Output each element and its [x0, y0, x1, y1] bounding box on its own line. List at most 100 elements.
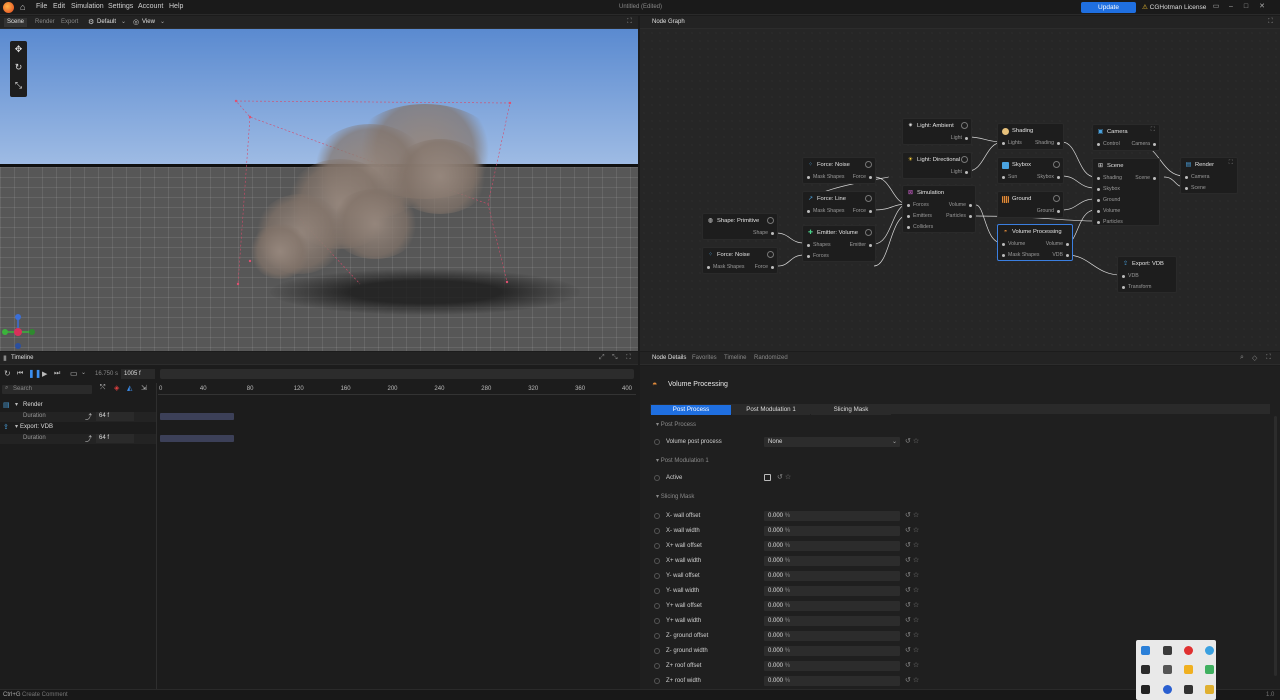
- tray-app-icon[interactable]: [1205, 665, 1214, 674]
- search-icon[interactable]: ⌕: [1240, 354, 1244, 362]
- keyframe-icon[interactable]: ◈: [114, 384, 119, 392]
- node-simulation[interactable]: ⊠ Simulation Forces Emitters Colliders V…: [902, 185, 976, 233]
- pin-forces-in[interactable]: Forces: [807, 253, 829, 259]
- expand-icon[interactable]: ⛶: [1151, 127, 1155, 134]
- tab-favorites[interactable]: Favorites: [692, 355, 717, 361]
- clip-export[interactable]: [160, 435, 234, 442]
- update-button[interactable]: Update: [1081, 2, 1136, 13]
- rewind-icon[interactable]: ⏮: [17, 370, 23, 378]
- tray-app-icon[interactable]: [1141, 646, 1150, 655]
- favorite-icon[interactable]: ☆: [913, 527, 919, 534]
- power-icon[interactable]: [961, 122, 968, 129]
- scene-viewport[interactable]: ✥ ↻ ⤡: [0, 29, 638, 351]
- pin-volume-out[interactable]: Volume: [949, 202, 973, 208]
- axis-gizmo[interactable]: [0, 311, 40, 351]
- duration-field[interactable]: 64 f: [96, 412, 134, 421]
- menu-settings[interactable]: Settings: [108, 3, 133, 10]
- section-post-process[interactable]: ▾ Post Process: [656, 421, 696, 428]
- chevron-down-icon[interactable]: ▾: [15, 423, 18, 430]
- pin-shading-in[interactable]: Shading: [1096, 175, 1122, 181]
- favorite-icon[interactable]: ☆: [913, 602, 919, 609]
- favorite-icon[interactable]: ☆: [913, 677, 919, 684]
- curve-icon[interactable]: ⤲: [100, 384, 106, 392]
- slicing-row-field[interactable]: 0.000 %: [764, 571, 900, 581]
- keyframe-dot[interactable]: [654, 663, 660, 669]
- node-force-noise-1[interactable]: ⁘ Force: Noise Mask Shapes Force: [802, 157, 876, 184]
- scrub-track[interactable]: [160, 369, 634, 379]
- search-box[interactable]: ⌕ Search: [2, 385, 92, 394]
- tray-app-icon[interactable]: [1184, 665, 1193, 674]
- pin-scene-out[interactable]: Scene: [1135, 175, 1156, 181]
- keyframe-dot[interactable]: [654, 573, 660, 579]
- pin-particles-in[interactable]: Particles: [1097, 219, 1123, 225]
- power-icon[interactable]: [865, 161, 872, 168]
- pin-ground-in[interactable]: Ground: [1096, 197, 1120, 203]
- pin-emitter-out[interactable]: Emitter: [850, 242, 873, 248]
- tab-export[interactable]: Export: [61, 19, 78, 25]
- reset-icon[interactable]: ↺: [905, 527, 911, 534]
- node-shape-primitive[interactable]: ◍ Shape: Primitive Shape: [702, 213, 778, 240]
- keyframe-dot[interactable]: [654, 588, 660, 594]
- node-light-ambient[interactable]: ✷ Light: Ambient Light: [902, 118, 972, 145]
- pin-vdb-in[interactable]: VDB: [1122, 273, 1139, 279]
- pause-button[interactable]: ❚❚: [28, 369, 41, 378]
- reset-icon[interactable]: ↺: [905, 572, 911, 579]
- pin-shapes-in[interactable]: Shapes: [807, 242, 831, 248]
- pin-volume-in[interactable]: Volume: [1096, 208, 1120, 214]
- keyframe-dot[interactable]: [654, 618, 660, 624]
- tray-app-icon[interactable]: [1205, 646, 1214, 655]
- power-icon[interactable]: [865, 229, 872, 236]
- reset-icon[interactable]: ↺: [905, 438, 911, 445]
- fullscreen-icon[interactable]: ⛶: [627, 18, 632, 26]
- collapse-icon[interactable]: ⤡: [612, 354, 618, 362]
- favorite-icon[interactable]: ☆: [913, 542, 919, 549]
- favorite-icon[interactable]: ☆: [913, 632, 919, 639]
- minimize-icon[interactable]: –: [1226, 2, 1236, 12]
- expand-icon[interactable]: ⤢: [599, 354, 605, 362]
- reset-icon[interactable]: ↺: [905, 542, 911, 549]
- slicing-row-field[interactable]: 0.000 %: [764, 661, 900, 671]
- node-skybox[interactable]: Skybox Sun Skybox: [997, 157, 1064, 184]
- close-icon[interactable]: ✕: [1257, 2, 1267, 12]
- keyframe-dot[interactable]: [654, 633, 660, 639]
- pin-camera-in[interactable]: Camera: [1184, 174, 1209, 180]
- fullscreen-icon[interactable]: ⛶: [1266, 354, 1271, 362]
- tray-app-icon[interactable]: [1141, 685, 1150, 694]
- reset-icon[interactable]: ↺: [905, 662, 911, 669]
- favorite-icon[interactable]: ☆: [913, 557, 919, 564]
- power-icon[interactable]: [1053, 161, 1060, 168]
- pin-force-out[interactable]: Force: [853, 174, 873, 180]
- home-icon[interactable]: ⌂: [20, 2, 25, 12]
- node-ground[interactable]: Ground Ground: [997, 191, 1064, 218]
- favorite-icon[interactable]: ☆: [785, 474, 791, 481]
- node-shading[interactable]: Shading Lights Shading: [997, 123, 1064, 150]
- menu-help[interactable]: Help: [169, 3, 183, 10]
- menu-account[interactable]: Account: [138, 3, 163, 10]
- track-render-duration[interactable]: Duration ⤴ 64 f: [0, 412, 156, 422]
- favorite-icon[interactable]: ☆: [913, 438, 919, 445]
- menu-edit[interactable]: Edit: [53, 3, 65, 10]
- pin-mask-shapes-in[interactable]: Mask Shapes: [806, 174, 844, 180]
- pin-force-out[interactable]: Force: [853, 208, 873, 214]
- pin-light-out[interactable]: Light: [951, 169, 969, 175]
- reset-icon[interactable]: ↺: [905, 557, 911, 564]
- frame-field[interactable]: 1005 f: [121, 369, 155, 379]
- node-force-noise-2[interactable]: ⁘ Force: Noise Mask Shapes Force: [702, 247, 778, 274]
- reset-icon[interactable]: ↺: [905, 617, 911, 624]
- search-input[interactable]: Search: [13, 386, 32, 392]
- app-logo[interactable]: [3, 2, 14, 13]
- reset-icon[interactable]: ↺: [905, 512, 911, 519]
- menu-simulation[interactable]: Simulation: [71, 3, 104, 10]
- slicing-row-field[interactable]: 0.000 %: [764, 556, 900, 566]
- power-icon[interactable]: [767, 251, 774, 258]
- pin-camera-out[interactable]: Camera: [1132, 141, 1157, 147]
- reset-icon[interactable]: ↺: [905, 602, 911, 609]
- pin-volume-in[interactable]: Volume: [1001, 241, 1025, 247]
- pin-control-in[interactable]: Control: [1097, 141, 1120, 147]
- pin-shape-out[interactable]: Shape: [753, 230, 775, 236]
- pin-ground-out[interactable]: Ground: [1037, 208, 1061, 214]
- keyframe-dot[interactable]: [654, 543, 660, 549]
- pin-shading-out[interactable]: Shading: [1035, 140, 1061, 146]
- node-volume-processing[interactable]: ◓ Volume Processing Volume Mask Shapes V…: [997, 224, 1073, 261]
- slicing-row-field[interactable]: 0.000 %: [764, 616, 900, 626]
